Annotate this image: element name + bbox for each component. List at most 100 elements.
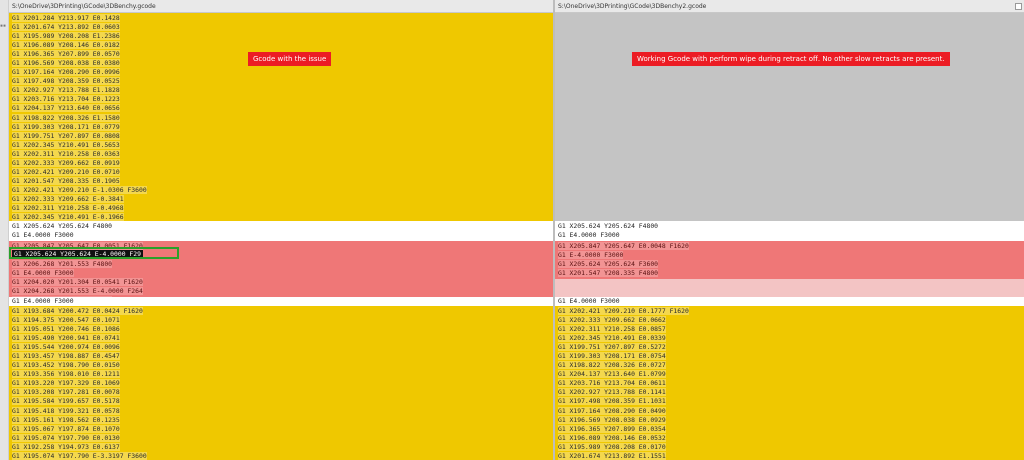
code-line: G1 X197.164 Y208.290 E0.0490 [558,406,689,416]
code-line: G1 X202.311 Y210.258 E-0.4968 [12,203,147,213]
right-empty-block: Working Gcode with perform wipe during r… [555,13,1024,221]
left-top-lines: G1 X201.284 Y213.917 E0.1428 G1 X201.674 … [12,14,147,240]
code-line-text: G1 X202.311 Y210.258 E0.0363 [12,149,120,158]
code-line: G1 X205.624 Y205.624 F3600 [558,260,689,269]
code-line: G1 X196.569 Y208.038 E0.0380 [12,59,147,68]
code-line-text: G1 X202.311 Y210.258 E-0.4968 [12,203,124,212]
scroll-button-icon[interactable] [1015,3,1022,10]
code-line-text: G1 X196.569 Y208.038 E0.0929 [558,415,666,424]
code-line-text: G1 X202.333 Y209.662 E0.0919 [12,158,120,167]
code-line: G1 X196.365 Y207.899 E0.0570 [12,50,147,59]
code-line: G1 X193.452 Y198.790 E0.0150 [12,361,147,370]
code-line-text: G1 X196.365 Y207.899 E0.0354 [558,424,666,433]
code-line: G1 E4.0000 F3000 [558,231,620,240]
code-line-text: G1 X195.584 Y199.657 E0.5178 [12,397,120,406]
left-unchanged-block-bottom: G1 X193.684 Y200.472 E0.0424 F1620 G1 X19… [9,306,553,460]
code-line: G1 X202.333 Y209.662 E0.0919 [12,158,147,168]
right-file-path: S:\OneDrive\3DPrinting\GCode\3DBenchy2.g… [555,0,1024,13]
code-line: G1 X201.284 Y213.917 E0.1428 [12,14,147,23]
code-line: G1 X195.074 Y197.790 E-3.3197 F3600 [12,451,147,460]
code-line: G1 X195.074 Y197.790 E0.0130 [12,433,147,443]
right-unchanged-block-bottom: G1 X202.421 Y209.210 E0.1777 F1620 G1 X20… [555,306,1024,460]
code-line: G1 X194.375 Y200.547 E0.1071 [12,316,147,325]
code-line-text: G1 X201.547 Y208.335 E0.1905 [12,176,120,185]
code-line-text: G1 X205.847 Y205.647 E0.0048 F1620 [558,242,689,250]
code-line-text: G1 X202.421 Y209.210 E-1.0306 F3600 [12,185,147,194]
code-line: G1 X206.268 Y201.553 F4800 [12,260,143,269]
gutter-marker-icon: ▪▪ [0,23,7,29]
code-line: G1 X202.421 Y209.210 E-1.0306 F3600 [12,185,147,195]
code-line: G1 X203.716 Y213.704 E0.1223 [12,95,147,104]
code-line: G1 X205.624 Y205.624 F4800 [558,222,659,230]
diff-gutter: ▪▪ [0,0,9,460]
right-context-block: G1 X205.624 Y205.624 F4800 G1 E4.0000 F30… [555,221,1024,241]
right-mid-lines: G1 X205.624 Y205.624 F4800 G1 E4.0000 F30… [558,222,658,240]
code-line-text: G1 X194.375 Y200.547 E0.1071 [12,316,120,325]
code-line: G1 X202.927 Y213.788 E0.1141 [558,388,689,397]
code-line-text: G1 X204.268 Y201.553 E-4.0000 F264 [12,287,143,296]
code-line: G1 X204.137 Y213.640 E0.0656 [12,104,147,113]
code-line: G1 X193.208 Y197.281 E0.0078 [12,388,147,397]
code-line: G1 X199.303 Y208.171 E0.0754 [558,352,689,361]
code-line-text: G1 X195.490 Y200.941 E0.0741 [12,334,120,343]
code-line-text: G1 X203.716 Y213.704 E0.1223 [12,95,120,104]
code-line: G1 X204.137 Y213.640 E1.0799 [558,370,689,379]
code-line: G1 X202.311 Y210.258 E0.0857 [558,325,689,334]
code-line: G1 X198.822 Y208.326 E1.1580 [12,113,147,123]
code-line: G1 X201.547 Y208.335 F4800 [558,269,689,278]
code-line-text: G1 X199.751 Y207.897 E0.5272 [558,343,666,352]
code-line-text: G1 X202.311 Y210.258 E0.0857 [558,325,666,334]
code-line-text: G1 X201.674 Y213.892 E0.0603 [12,23,120,32]
code-line: G1 X201.674 Y213.892 E1.1551 [558,451,689,460]
code-line: G1 X195.989 Y208.208 E0.0170 [558,442,689,452]
code-line: G1 X204.020 Y201.304 E0.0541 F1620 [12,278,143,287]
code-line-text: G1 X199.751 Y207.897 E0.0808 [12,131,120,140]
right-red-lines: G1 X205.847 Y205.647 E0.0048 F1620 G1 E-4… [558,242,689,278]
code-line-text: G1 X193.452 Y198.790 E0.0150 [12,361,120,370]
code-line: G1 X195.989 Y208.208 E1.2386 [12,32,147,41]
code-line: G1 X195.490 Y200.941 E0.0741 [12,334,147,343]
code-line-text: G1 X193.220 Y197.329 E0.1069 [12,379,120,388]
code-line-text: G1 X201.547 Y208.335 F4800 [558,269,659,278]
right-diff-pane[interactable]: S:\OneDrive\3DPrinting\GCode\3DBenchy2.g… [555,0,1024,460]
code-line-text: G1 E4.0000 F3000 [12,269,74,278]
code-line-text: G1 X195.067 Y197.874 E0.1070 [12,424,120,433]
code-line-text: G1 X205.624 Y205.624 F3600 [558,260,659,269]
code-line-text: G1 X196.089 Y208.146 E0.0182 [12,41,120,50]
code-line: G1 X202.345 Y210.491 E0.5653 [12,140,147,150]
code-line: G1 X202.333 Y209.662 E0.0662 [558,316,689,325]
code-line-text: G1 X193.356 Y198.010 E0.1211 [12,370,120,379]
right-changed-block: G1 X205.847 Y205.647 E0.0048 F1620 G1 E-4… [555,241,1024,279]
code-line: G1 E4.0000 F3000 [558,297,620,305]
code-line-text: G1 X195.074 Y197.790 E0.0130 [12,433,120,442]
code-line-text: G1 X196.089 Y208.146 E0.0532 [558,433,666,442]
code-line: G1 X195.418 Y199.321 E0.0578 [12,406,147,416]
code-line: G1 E-4.0000 F3000 [558,251,689,260]
code-line: G1 X196.089 Y208.146 E0.0532 [558,433,689,443]
left-unchanged-block-top: G1 X201.284 Y213.917 E0.1428 G1 X201.674 … [9,13,553,240]
left-changed-block: G1 X205.847 Y205.647 E0.0051 F1620 G1 X20… [9,241,553,305]
code-line-text: G1 X202.421 Y209.210 E0.1777 F1620 [558,307,689,315]
code-line-text: G1 X198.822 Y208.326 E0.0727 [558,361,666,370]
code-line-text: G1 X193.208 Y197.281 E0.0078 [12,388,120,397]
code-line: G1 X197.498 Y208.359 E1.1031 [558,397,689,406]
code-line: G1 E4.0000 F3000 [12,231,74,240]
left-diff-pane[interactable]: S:\OneDrive\3DPrinting\GCode\3DBenchy.gc… [9,0,553,460]
code-line: G1 X192.258 Y194.973 E0.6137 [12,442,147,452]
left-mid-lines: G1 X205.624 Y205.624 F4800 G1 E4.0000 F30… [12,222,112,240]
code-line: G1 X195.067 Y197.874 E0.1070 [12,424,147,434]
code-line-text: G1 X203.716 Y213.704 E0.0611 [558,379,666,388]
code-line-text: G1 X195.074 Y197.790 E-3.3197 F3600 [12,451,147,460]
code-line-text: G1 X204.137 Y213.640 E0.0656 [12,104,120,113]
right-padding-block [555,279,1024,297]
left-file-path: S:\OneDrive\3DPrinting\GCode\3DBenchy.gc… [9,0,553,13]
code-line-text: G1 X199.303 Y208.171 E0.0754 [558,352,666,361]
code-line: G1 X193.220 Y197.329 E0.1069 [12,379,147,388]
code-line: G1 X195.051 Y200.746 E0.1086 [12,325,147,334]
code-line: G1 X196.365 Y207.899 E0.0354 [558,424,689,434]
code-line-text: G1 X204.137 Y213.640 E1.0799 [558,370,666,379]
code-line: G1 E4.0000 F3000 [12,269,143,278]
code-line-text: G1 X195.418 Y199.321 E0.0578 [12,406,120,415]
code-line-text: G1 X202.927 Y213.788 E0.1141 [558,388,666,397]
code-line-text: G1 X195.161 Y198.562 E0.1235 [12,415,120,424]
